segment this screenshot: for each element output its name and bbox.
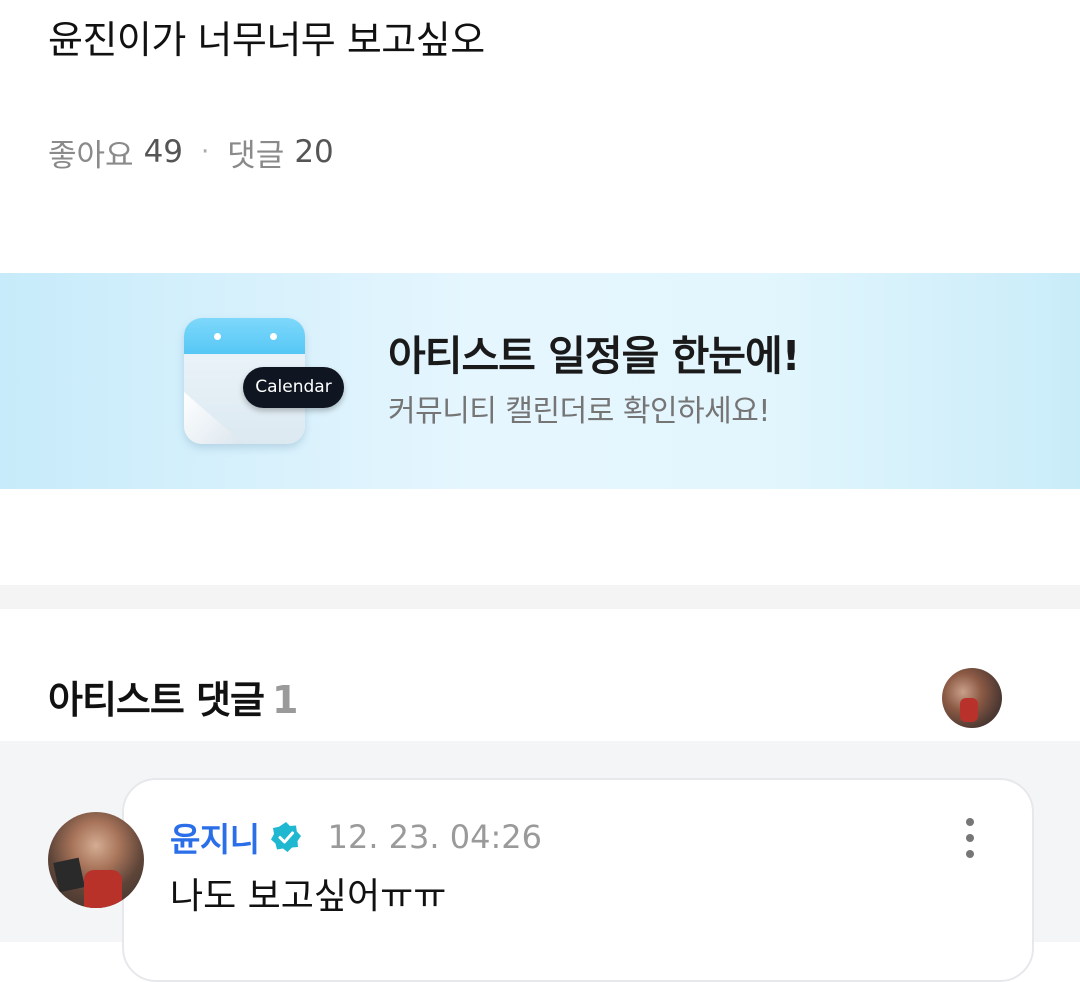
comments-label[interactable]: 댓글 xyxy=(227,130,284,175)
artist-avatar[interactable] xyxy=(942,668,1002,728)
comment-timestamp: 12. 23. 04:26 xyxy=(327,818,542,856)
artist-comments-title: 아티스트 댓글 1 xyxy=(48,672,298,728)
post-title: 윤진이가 너무너무 보고싶오 xyxy=(48,18,485,62)
likes-label[interactable]: 좋아요 xyxy=(48,130,134,175)
section-divider xyxy=(0,585,1080,609)
comment-author-name[interactable]: 윤지니 xyxy=(170,813,260,861)
comment-author-row: 윤지니 12. 23. 04:26 xyxy=(170,814,542,860)
banner-subtitle: 커뮤니티 캘린더로 확인하세요! xyxy=(388,394,770,429)
artist-comments-label: 아티스트 댓글 xyxy=(48,678,265,722)
comment-text: 나도 보고싶어ㅠㅠ xyxy=(170,876,447,917)
comment-author-avatar[interactable] xyxy=(48,812,144,908)
verified-badge-icon xyxy=(270,822,301,852)
comments-count[interactable]: 20 xyxy=(294,134,333,170)
post-stats: 좋아요 49 · 댓글 20 xyxy=(48,130,334,174)
likes-count[interactable]: 49 xyxy=(144,134,183,170)
stats-separator: · xyxy=(201,137,210,167)
calendar-tag: Calendar xyxy=(243,367,344,408)
more-vertical-icon[interactable] xyxy=(956,818,984,858)
artist-comments-count: 1 xyxy=(272,678,298,722)
banner-title: 아티스트 일정을 한눈에! xyxy=(388,332,800,380)
